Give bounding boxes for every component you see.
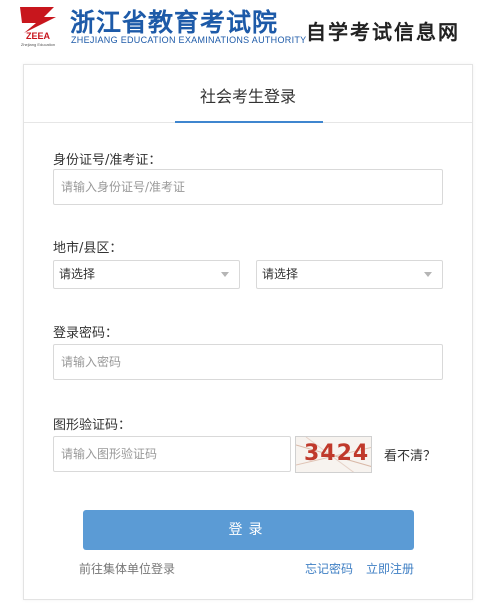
login-card: 社会考生登录 身份证号/准考证： 地市/县区： 请选择 请选择 登录密码： 图形… [23,64,473,600]
captcha-image[interactable]: 3424 [295,436,372,473]
login-button[interactable]: 登录 [83,510,414,550]
chevron-down-icon [424,272,432,277]
password-label: 登录密码： [53,326,119,341]
register-link[interactable]: 立即注册 [366,560,414,577]
city-select[interactable]: 请选择 [53,260,240,289]
logo-brand-text: ZEEA [26,31,51,41]
site-tagline: 自学考试信息网 [306,20,460,44]
captcha-label: 图形验证码： [53,418,132,433]
id-label: 身份证号/准考证： [53,153,162,168]
county-select-value: 请选择 [262,267,299,281]
active-tab-underline [175,121,323,123]
site-title: 浙江省教育考试院 [70,8,279,37]
site-subtitle: ZHEJIANG EDUCATION EXAMINATIONS AUTHORIT… [71,35,307,45]
forgot-password-link[interactable]: 忘记密码 [305,560,353,577]
id-number-input[interactable] [53,169,443,205]
group-login-link[interactable]: 前往集体单位登录 [79,560,175,577]
county-select[interactable]: 请选择 [256,260,443,289]
city-select-value: 请选择 [59,267,96,281]
captcha-code: 3424 [304,441,370,466]
svg-text:Zhejiang Education: Zhejiang Education [21,42,55,47]
card-header: 社会考生登录 [24,65,472,123]
chevron-down-icon [221,272,229,277]
tab-social-candidate-login[interactable]: 社会考生登录 [24,83,472,107]
region-label: 地市/县区： [53,241,123,256]
password-input[interactable] [53,344,443,380]
site-header: ZEEA Zhejiang Education 浙江省教育考试院 ZHEJIAN… [0,0,496,56]
zeea-logo-icon: ZEEA Zhejiang Education [14,3,62,47]
captcha-input[interactable] [53,436,291,472]
refresh-captcha-link[interactable]: 看不清？ [384,445,436,464]
